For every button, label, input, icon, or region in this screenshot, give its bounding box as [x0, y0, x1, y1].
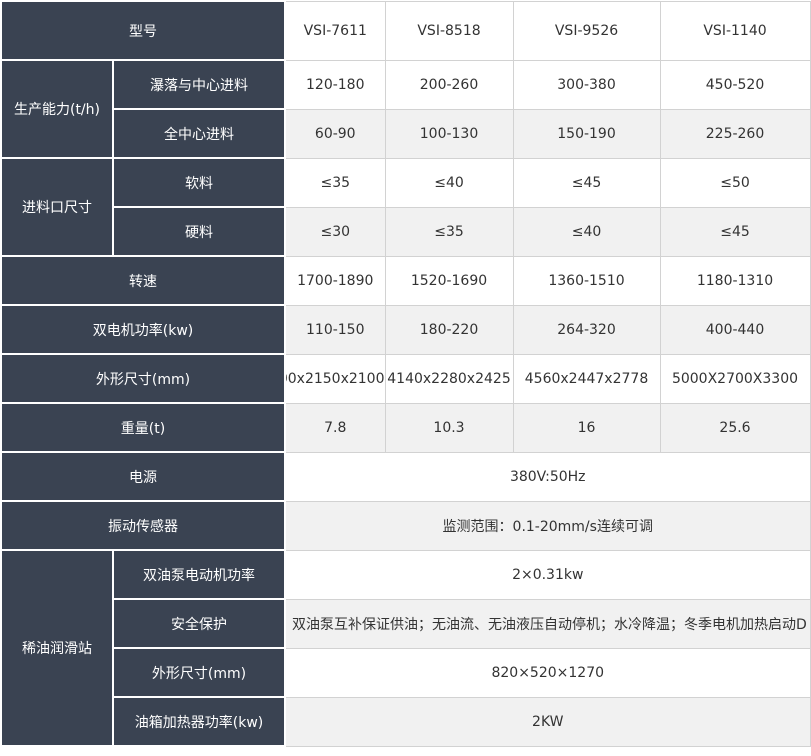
model-cell: VSI-1140 [659, 0, 811, 61]
value-cell: 380V:50Hz [284, 451, 811, 502]
row-header: 全中心进料 [112, 108, 286, 159]
row-header: 瀑落与中心进料 [112, 59, 286, 110]
value-cell: 120-180 [284, 59, 386, 110]
value-cell: 300-380 [512, 59, 661, 110]
table-row: 稀油润滑站 双油泵电动机功率 2×0.31kw [0, 549, 811, 747]
value-cell: 1360-1510 [512, 255, 661, 306]
row-header: 双油泵电动机功率 [112, 549, 286, 600]
row-header: 重量(t) [0, 402, 286, 453]
lube-group-header: 稀油润滑站 [0, 549, 114, 747]
value-cell: 5000X2700X3300 [659, 353, 811, 404]
value-cell: 180-220 [384, 304, 514, 355]
clipped-text: 00x2150x2100 [286, 370, 385, 387]
value-cell: 双油泵互补保证供油；无油流、无油液压自动停机；水冷降温；冬季电机加热启动D [284, 598, 811, 649]
value-cell: ≤35 [384, 206, 514, 257]
value-cell: 25.6 [659, 402, 811, 453]
value-cell: 1700-1890 [284, 255, 386, 306]
model-cell: VSI-8518 [384, 0, 514, 61]
value-cell: 4140x2280x2425 [384, 353, 514, 404]
value-cell: 00x2150x2100 [284, 353, 386, 404]
table-row: 油箱加热器功率(kw) 2KW [1, 696, 811, 747]
value-cell: ≤40 [512, 206, 661, 257]
row-header: 双电机功率(kw) [0, 304, 286, 355]
model-cell: VSI-9526 [512, 0, 661, 61]
value-cell: 450-520 [659, 59, 811, 110]
row-header: 软料 [112, 157, 286, 208]
value-cell: 监测范围：0.1-20mm/s连续可调 [284, 500, 811, 551]
value-cell: 400-440 [659, 304, 811, 355]
value-cell: 225-260 [659, 108, 811, 159]
value-cell: 100-130 [384, 108, 514, 159]
table-row: 进料口尺寸 软料 ≤35 ≤40 ≤45 ≤50 [0, 157, 811, 257]
value-cell: 110-150 [284, 304, 386, 355]
row-header: 外形尺寸(mm) [112, 647, 286, 698]
value-cell: 820×520×1270 [284, 647, 811, 698]
value-cell: 16 [512, 402, 661, 453]
inlet-group-header: 进料口尺寸 [0, 157, 114, 257]
value-cell: ≤35 [284, 157, 386, 208]
row-header: 油箱加热器功率(kw) [112, 696, 286, 747]
capacity-group-header: 生产能力(t/h) [0, 59, 114, 159]
value-cell: 2×0.31kw [284, 549, 811, 600]
table-row: 外形尺寸(mm) 820×520×1270 [1, 647, 811, 698]
clipped-text: 双油泵互补保证供油；无油流、无油液压自动停机；水冷降温；冬季电机加热启动D [292, 616, 807, 633]
spec-table: 型号 VSI-7611 VSI-8518 VSI-9526 VSI-1140 生… [0, 0, 811, 747]
table-row: 生产能力(t/h) 瀑落与中心进料 120-180 200-260 300-38… [0, 59, 811, 159]
model-header: 型号 [0, 0, 286, 61]
value-cell: ≤40 [384, 157, 514, 208]
value-cell: 7.8 [284, 402, 386, 453]
value-cell: ≤50 [659, 157, 811, 208]
value-cell: 10.3 [384, 402, 514, 453]
model-cell: VSI-7611 [284, 0, 386, 61]
value-cell: ≤45 [659, 206, 811, 257]
value-cell: 60-90 [284, 108, 386, 159]
row-header: 电源 [0, 451, 286, 502]
value-cell: ≤45 [512, 157, 661, 208]
value-cell: 264-320 [512, 304, 661, 355]
value-cell: ≤30 [284, 206, 386, 257]
table-row: 电源 380V:50Hz [0, 451, 811, 502]
row-header: 硬料 [112, 206, 286, 257]
table-row: 安全保护 双油泵互补保证供油；无油流、无油液压自动停机；水冷降温；冬季电机加热启… [1, 598, 811, 649]
table-row: 型号 VSI-7611 VSI-8518 VSI-9526 VSI-1140 [0, 0, 811, 61]
row-header: 安全保护 [112, 598, 286, 649]
table-row: 硬料 ≤30 ≤35 ≤40 ≤45 [1, 206, 811, 257]
value-cell: 1520-1690 [384, 255, 514, 306]
value-cell: 1180-1310 [659, 255, 811, 306]
row-header: 外形尺寸(mm) [0, 353, 286, 404]
value-cell: 150-190 [512, 108, 661, 159]
table-row: 转速 1700-1890 1520-1690 1360-1510 1180-13… [0, 255, 811, 306]
row-header: 振动传感器 [0, 500, 286, 551]
row-header: 转速 [0, 255, 286, 306]
table-row: 双电机功率(kw) 110-150 180-220 264-320 400-44… [0, 304, 811, 355]
table-row: 全中心进料 60-90 100-130 150-190 225-260 [1, 108, 811, 159]
table-row: 外形尺寸(mm) 00x2150x2100 4140x2280x2425 456… [0, 353, 811, 404]
value-cell: 2KW [284, 696, 811, 747]
value-cell: 4560x2447x2778 [512, 353, 661, 404]
table-row: 振动传感器 监测范围：0.1-20mm/s连续可调 [0, 500, 811, 551]
value-cell: 200-260 [384, 59, 514, 110]
table-row: 重量(t) 7.8 10.3 16 25.6 [0, 402, 811, 453]
